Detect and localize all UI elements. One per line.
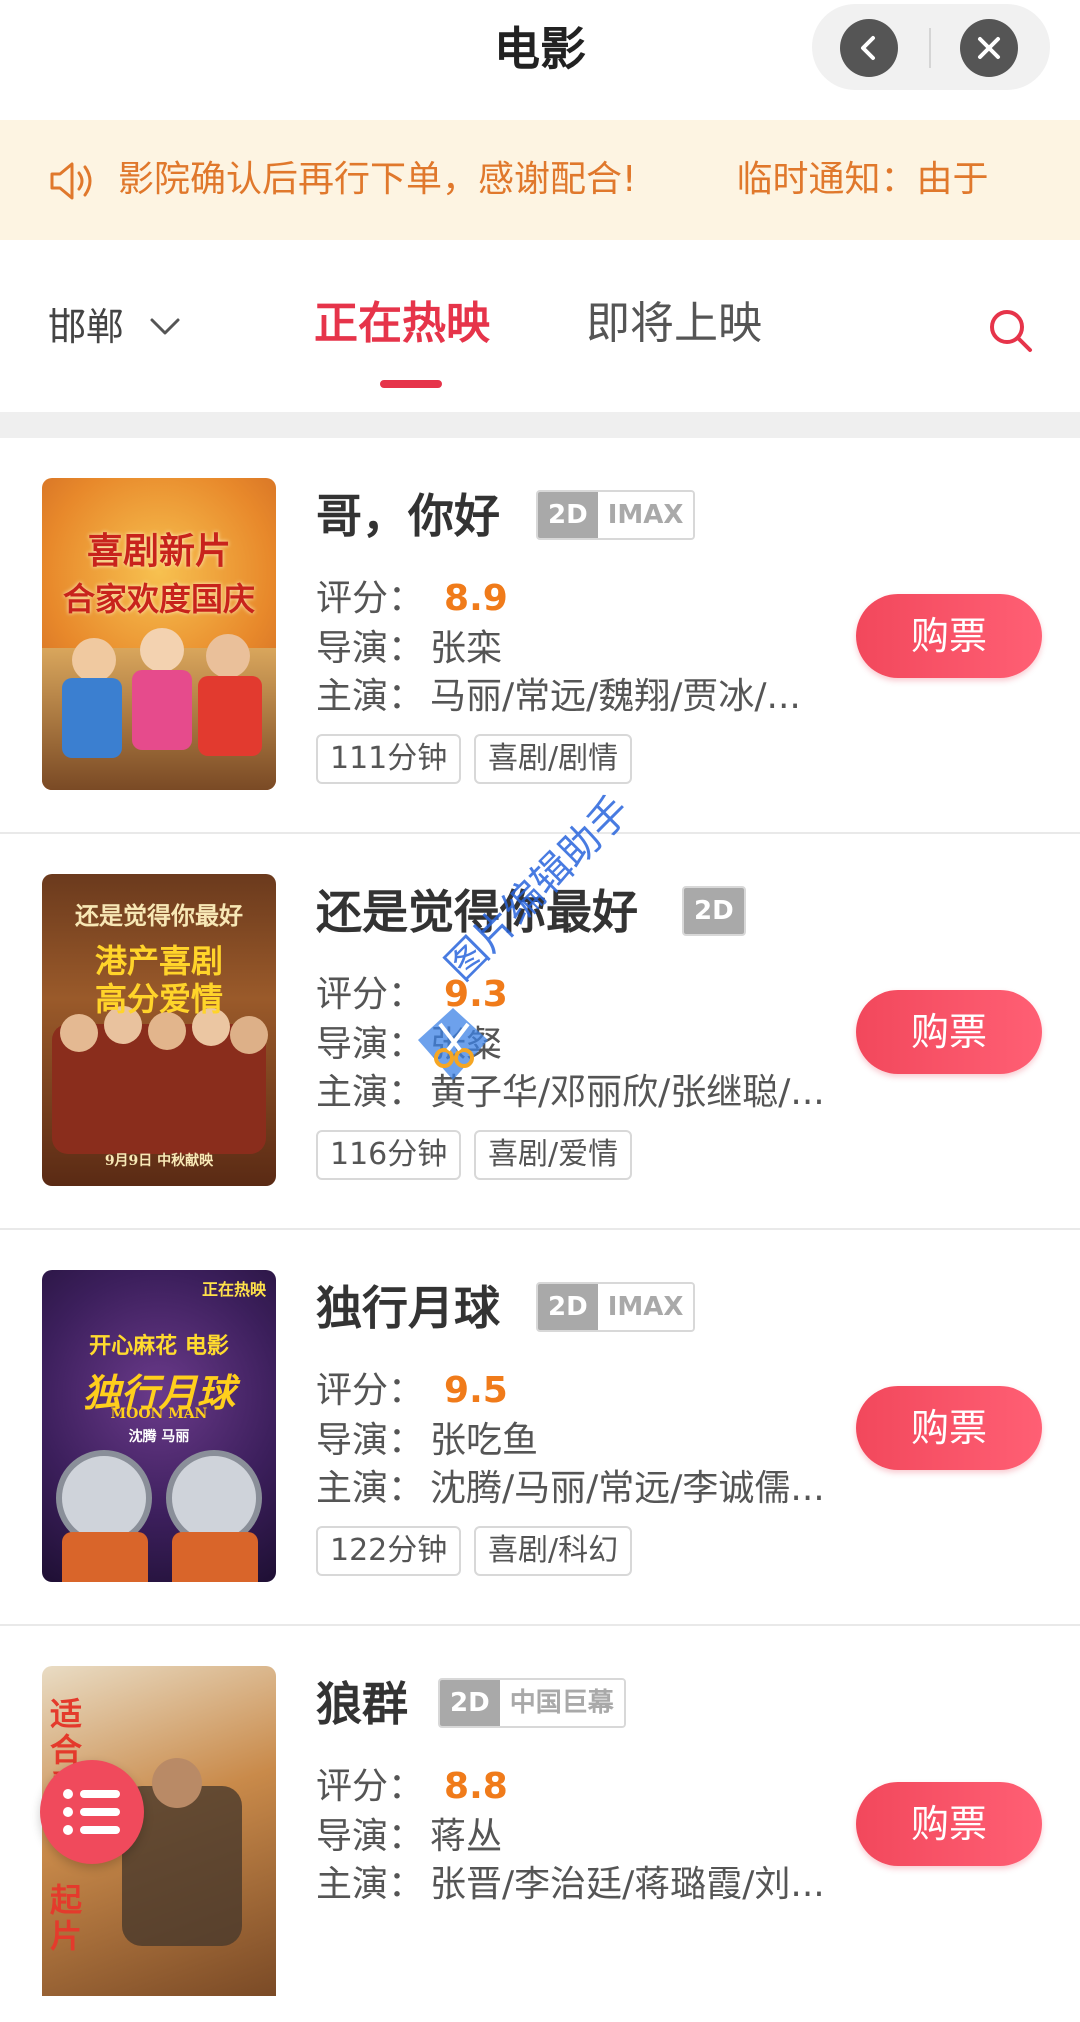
poster-text: 开心麻花 电影 xyxy=(89,1333,229,1359)
poster-text: 起片 xyxy=(49,1881,82,1955)
search-icon[interactable] xyxy=(986,306,1036,356)
format-badge: 2D IMAX xyxy=(536,490,696,540)
cast-line: 主演： 马丽/常远/魏翔/贾冰/... xyxy=(316,676,801,717)
cast-line: 主演： 黄子华/邓丽欣/张继聪/... xyxy=(316,1072,825,1113)
format-badge: 2D xyxy=(682,886,746,936)
scissors-icon xyxy=(418,1008,488,1080)
cast-line: 主演： 张晋/李治廷/蒋璐霞/刘... xyxy=(316,1864,825,1905)
section-divider xyxy=(0,412,1080,438)
movie-poster[interactable]: 正在热映 开心麻花 电影 独行月球 MOON MAN 沈腾 马丽 xyxy=(42,1270,276,1582)
nav-header: 电影 xyxy=(0,0,1080,120)
poster-text: 正在热映 xyxy=(201,1280,266,1299)
movie-title[interactable]: 哥，你好 xyxy=(316,484,500,548)
poster-text: 9月9日 中秋献映 xyxy=(104,1153,214,1169)
floating-menu-button[interactable] xyxy=(40,1760,144,1864)
notice-bar[interactable]: 影院确认后再行下单，感谢配合! 临时通知：由于 xyxy=(0,120,1080,240)
movie-title[interactable]: 狼群 xyxy=(316,1672,408,1736)
chevron-down-icon[interactable] xyxy=(148,316,182,338)
duration-tag: 111分钟 xyxy=(316,734,462,784)
movie-item[interactable]: 适合看 起片 狼群 2D 中国巨幕 评分：8.8 导演：蒋丛 主演：张晋/李治廷… xyxy=(0,1626,1080,2022)
city-selector[interactable]: 邯郸 xyxy=(48,302,124,352)
notice-text-part1: 影院确认后再行下单，感谢配合! xyxy=(118,159,637,200)
tab-now-showing[interactable]: 正在热映 xyxy=(314,294,490,354)
score-line: 评分： 9.5 xyxy=(316,1370,508,1411)
poster-text: 喜剧新片 xyxy=(86,530,231,572)
active-tab-indicator xyxy=(380,380,442,388)
notice-marquee: 影院确认后再行下单，感谢配合! 临时通知：由于 xyxy=(118,120,1080,240)
movie-item[interactable]: 正在热映 开心麻花 电影 独行月球 MOON MAN 沈腾 马丽 独行月球 2D… xyxy=(0,1230,1080,1626)
buy-ticket-button[interactable]: 购票 xyxy=(856,990,1042,1074)
notice-text-part2: 临时通知：由于 xyxy=(736,159,989,200)
director-line: 导演： 张吃鱼 xyxy=(316,1420,539,1461)
score-value: 9.5 xyxy=(444,1370,508,1411)
close-icon xyxy=(978,37,1000,59)
genre-tag: 喜剧/科幻 xyxy=(474,1526,633,1576)
tab-coming-soon[interactable]: 即将上映 xyxy=(586,294,762,354)
chevron-left-icon xyxy=(861,36,875,60)
poster-text: MOON MAN xyxy=(110,1406,208,1422)
poster-text: 沈腾 马丽 xyxy=(128,1429,190,1445)
format-badge: 2D IMAX xyxy=(536,1282,696,1332)
back-button[interactable] xyxy=(840,19,898,77)
poster-text: 合家欢度国庆 xyxy=(62,580,255,618)
score-line: 评分： 8.8 xyxy=(316,1766,508,1807)
director-line: 导演： 蒋丛 xyxy=(316,1816,503,1857)
tab-bar: 邯郸 正在热映 即将上映 xyxy=(0,240,1080,412)
mini-program-capsule xyxy=(812,4,1050,90)
score-line: 评分： 8.9 xyxy=(316,578,508,619)
poster-text: 还是觉得你最好 xyxy=(75,901,243,930)
buy-ticket-button[interactable]: 购票 xyxy=(856,1782,1042,1866)
score-value: 8.8 xyxy=(444,1766,508,1807)
list-icon xyxy=(63,1789,120,1835)
close-button[interactable] xyxy=(960,19,1018,77)
format-badge: 2D 中国巨幕 xyxy=(438,1678,626,1728)
movie-poster[interactable]: 还是觉得你最好 港产喜剧 高分爱情 9月9日 中秋献映 xyxy=(42,874,276,1186)
genre-tag: 喜剧/爱情 xyxy=(474,1130,633,1180)
movie-item[interactable]: 喜剧新片 合家欢度国庆 哥，你好 2D IMAX 评分： 8.9 导演： 张栾 主演… xyxy=(0,438,1080,834)
score-value: 8.9 xyxy=(444,578,508,619)
buy-ticket-button[interactable]: 购票 xyxy=(856,1386,1042,1470)
poster-text: 高分爱情 xyxy=(94,980,223,1018)
speaker-icon xyxy=(50,162,92,200)
duration-tag: 122分钟 xyxy=(316,1526,462,1576)
buy-ticket-button[interactable]: 购票 xyxy=(856,594,1042,678)
movie-poster[interactable]: 喜剧新片 合家欢度国庆 xyxy=(42,478,276,790)
cast-line: 主演： 沈腾/马丽/常远/李诚儒... xyxy=(316,1468,825,1509)
movie-title[interactable]: 独行月球 xyxy=(316,1276,500,1340)
capsule-divider xyxy=(929,28,931,68)
duration-tag: 116分钟 xyxy=(316,1130,462,1180)
director-line: 导演： 张栾 xyxy=(316,628,503,669)
